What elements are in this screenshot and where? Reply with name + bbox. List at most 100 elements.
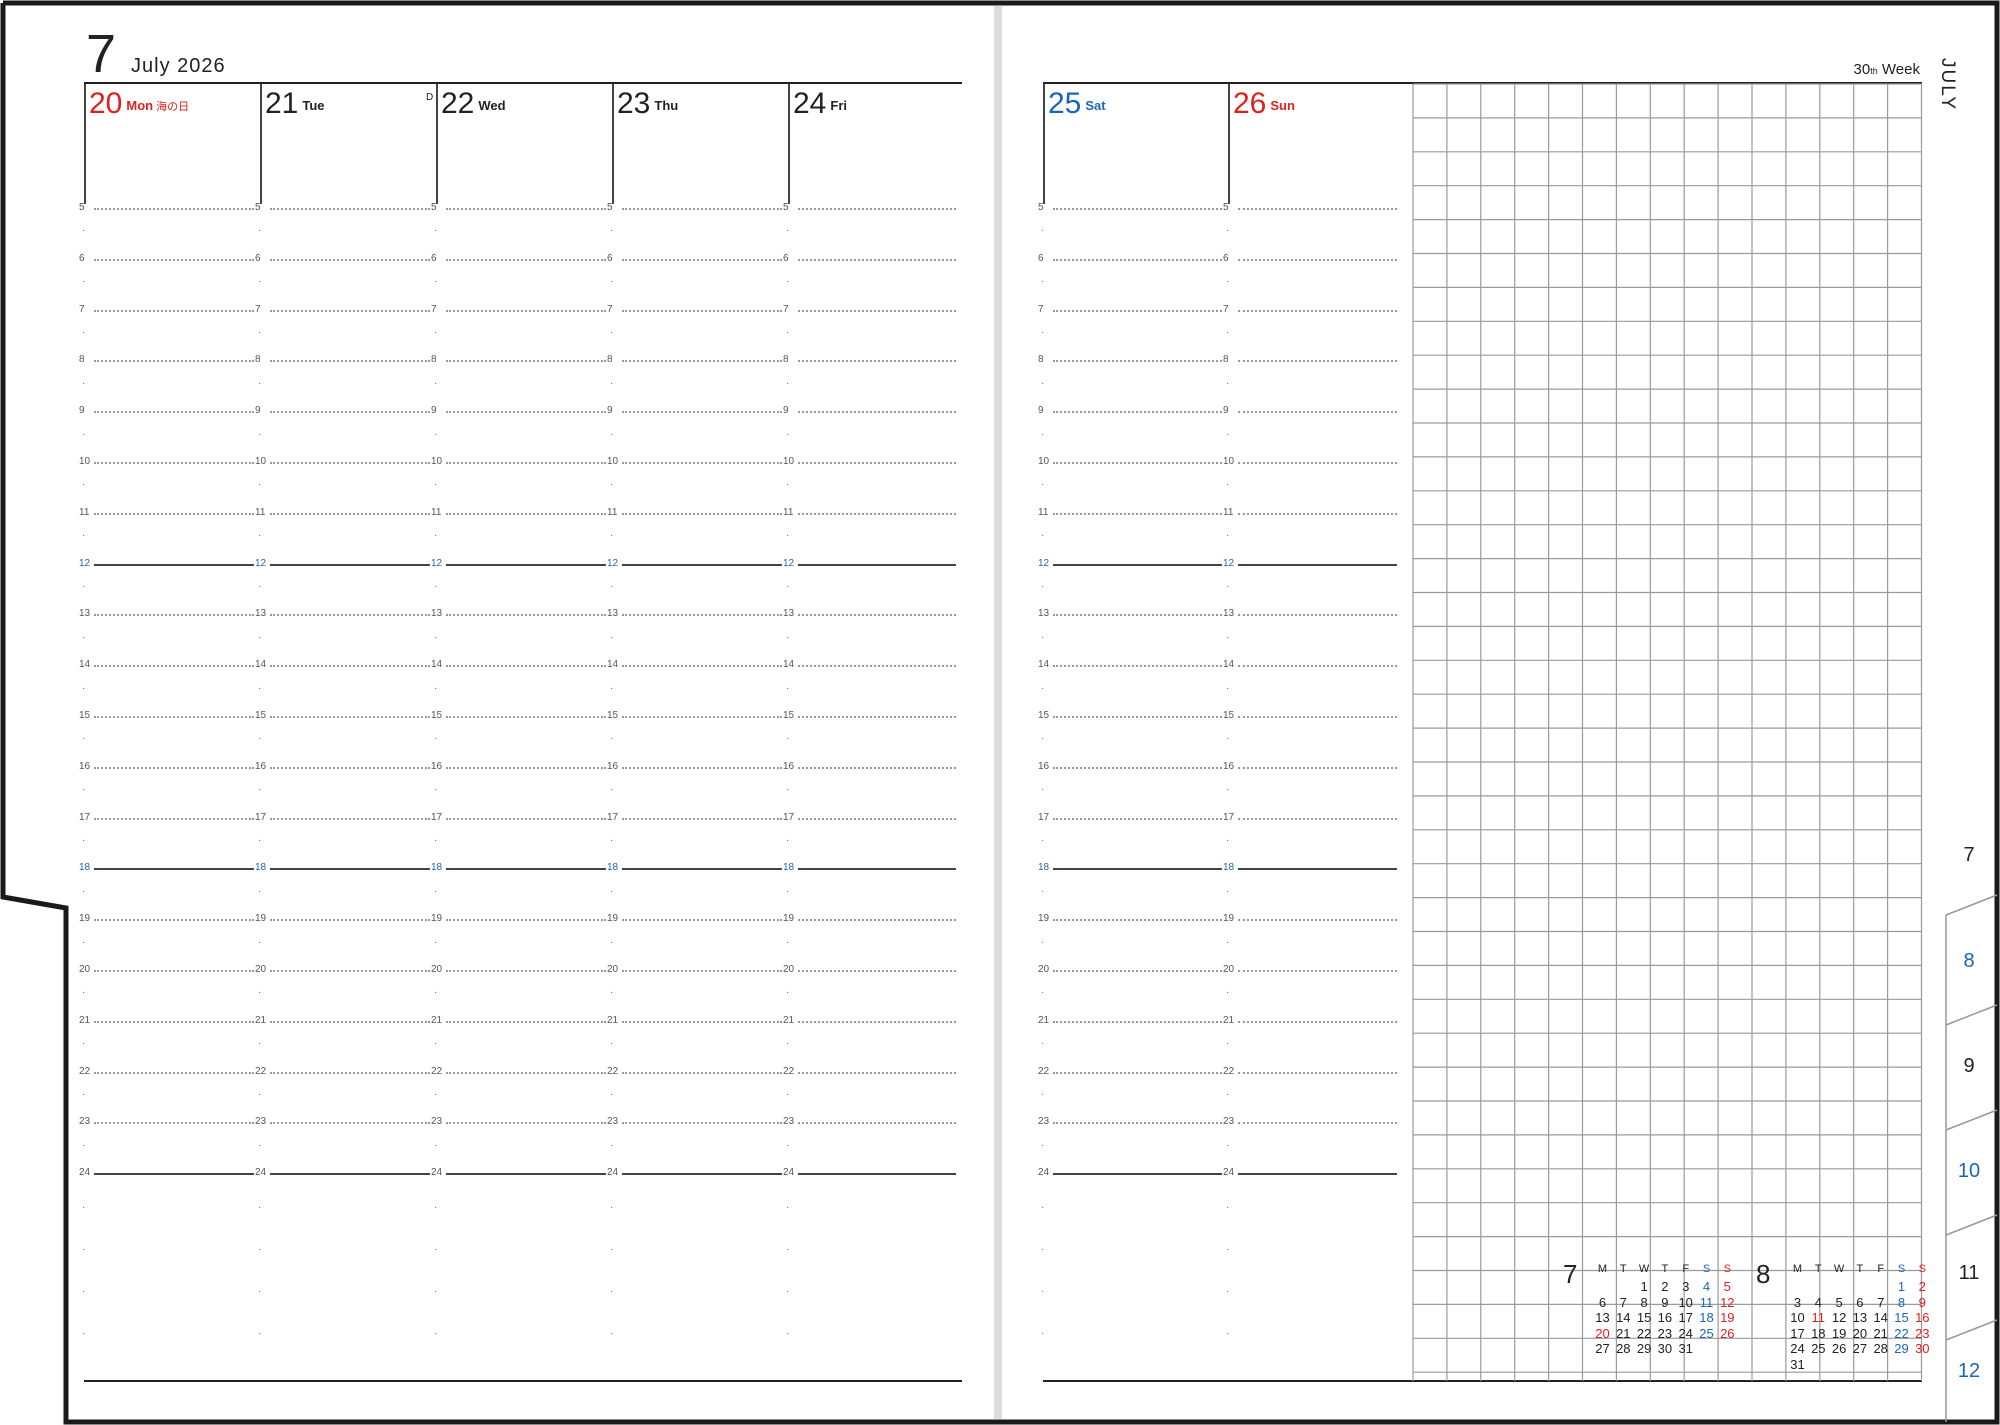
half-hour-dot: ·	[786, 987, 790, 999]
month-tab-10[interactable]: 10	[1951, 1160, 1987, 1183]
half-hour-dot: ·	[1041, 733, 1045, 745]
hour-label: 12	[607, 557, 619, 569]
hour-line	[622, 309, 782, 312]
hour-label: 7	[1038, 303, 1044, 315]
half-hour-dot: ·	[1226, 225, 1230, 237]
hour-line	[446, 512, 606, 515]
hour-line	[622, 360, 782, 363]
hour-label: 15	[79, 710, 91, 721]
half-hour-dot: ·	[1041, 987, 1045, 999]
hour-label: 9	[79, 405, 85, 417]
half-hour-dot: ·	[786, 377, 790, 389]
half-hour-dot: ·	[258, 225, 262, 237]
memo-dot: ·	[82, 1286, 86, 1297]
mini-calendar-date: 22	[1894, 1325, 1909, 1341]
memo-dot: ·	[1041, 1202, 1045, 1213]
mini-calendar-date: 7	[1877, 1294, 1885, 1310]
memo-dot: ·	[258, 1244, 262, 1255]
memo-dot: ·	[434, 1244, 438, 1255]
month-tab-12[interactable]: 12	[1951, 1360, 1987, 1383]
day-number: 20	[89, 87, 123, 120]
mini-calendar-weekday: T	[1619, 1263, 1627, 1275]
half-hour-dot: ·	[82, 835, 86, 846]
hour-line	[1053, 817, 1222, 820]
hour-label: 20	[79, 964, 91, 975]
month-tab-11[interactable]: 11	[1951, 1262, 1987, 1285]
memo-dot: ·	[1041, 1286, 1045, 1297]
hour-line	[446, 563, 606, 566]
half-hour-dot: ·	[610, 581, 614, 592]
hour-line	[798, 563, 956, 566]
memo-dot: ·	[610, 1286, 614, 1297]
half-hour-dot: ·	[434, 428, 438, 440]
half-hour-dot: ·	[258, 327, 262, 338]
hour-label: 24	[783, 1167, 795, 1179]
hour-label: 17	[607, 811, 619, 823]
hour-label: 14	[79, 659, 91, 671]
half-hour-dot: ·	[786, 530, 790, 542]
hour-line	[94, 970, 254, 972]
hour-line	[94, 614, 254, 617]
hour-line	[1238, 1071, 1397, 1074]
mini-calendar-date: 28	[1873, 1341, 1888, 1357]
hour-label: 13	[431, 608, 443, 620]
half-hour-dot: ·	[1041, 835, 1045, 846]
half-hour-dot: ·	[258, 530, 262, 542]
mini-calendar-date: 19	[1720, 1310, 1735, 1326]
mini-calendar-date: 19	[1831, 1325, 1847, 1341]
half-hour-dot: ·	[258, 377, 262, 389]
half-hour-dot: ·	[434, 682, 438, 694]
hour-line	[270, 665, 430, 668]
half-hour-dot: ·	[82, 885, 86, 897]
hour-label: 23	[1223, 1116, 1235, 1128]
hour-label: 16	[1038, 760, 1050, 772]
month-tab-9[interactable]: 9	[1951, 1055, 1987, 1078]
mini-calendar-date: 9	[1918, 1294, 1926, 1310]
week-word: Week	[1881, 61, 1920, 78]
half-hour-dot: ·	[258, 276, 262, 288]
hour-line	[270, 766, 430, 769]
mini-calendar-date: 4	[1814, 1294, 1822, 1310]
mini-calendar-date: 16	[1915, 1310, 1930, 1326]
hour-line	[446, 360, 606, 363]
hour-label: 12	[1038, 557, 1050, 569]
half-hour-dot: ·	[610, 936, 614, 948]
mini-calendar-date: 25	[1811, 1341, 1826, 1357]
hour-label: 18	[79, 862, 91, 874]
hour-line	[446, 258, 606, 261]
half-hour-dot: ·	[1226, 428, 1230, 440]
hour-line	[270, 258, 430, 261]
half-hour-dot: ·	[258, 835, 262, 846]
hour-label: 19	[783, 913, 795, 925]
half-hour-dot: ·	[434, 276, 438, 288]
hour-line	[94, 309, 254, 312]
month-tab-7[interactable]: 7	[1951, 844, 1987, 867]
mini-calendar-date: 26	[1720, 1325, 1735, 1341]
hour-line	[798, 716, 956, 718]
hour-label: 9	[255, 405, 261, 417]
mini-calendar-date: 30	[1915, 1341, 1930, 1357]
half-hour-dot: ·	[786, 936, 790, 948]
hour-label: 11	[1223, 506, 1234, 518]
hour-label: 21	[255, 1014, 267, 1026]
half-hour-dot: ·	[258, 428, 262, 440]
mini-calendar-date: 6	[1856, 1294, 1864, 1310]
month-tab-8[interactable]: 8	[1951, 950, 1987, 973]
memo-dot: ·	[1226, 1286, 1230, 1297]
mini-calendar-date: 11	[1699, 1294, 1714, 1310]
hour-line	[1238, 563, 1397, 566]
week-suffix: th	[1870, 66, 1878, 76]
mini-calendar-weekday: W	[1833, 1263, 1845, 1275]
half-hour-dot: ·	[434, 377, 438, 389]
mini-calendar-weekday: T	[1814, 1263, 1822, 1275]
hour-line	[1053, 919, 1222, 922]
half-hour-dot: ·	[1226, 1038, 1230, 1050]
hour-line	[94, 258, 254, 261]
hour-label: 19	[607, 913, 619, 925]
month-number: 7	[86, 24, 117, 84]
mini-calendar-weekday: F	[1877, 1263, 1885, 1275]
hour-label: 16	[255, 760, 267, 772]
day-header: 26 Sun	[1233, 84, 1295, 124]
month-year-label: July 2026	[131, 55, 226, 77]
hour-line	[1238, 1020, 1397, 1023]
